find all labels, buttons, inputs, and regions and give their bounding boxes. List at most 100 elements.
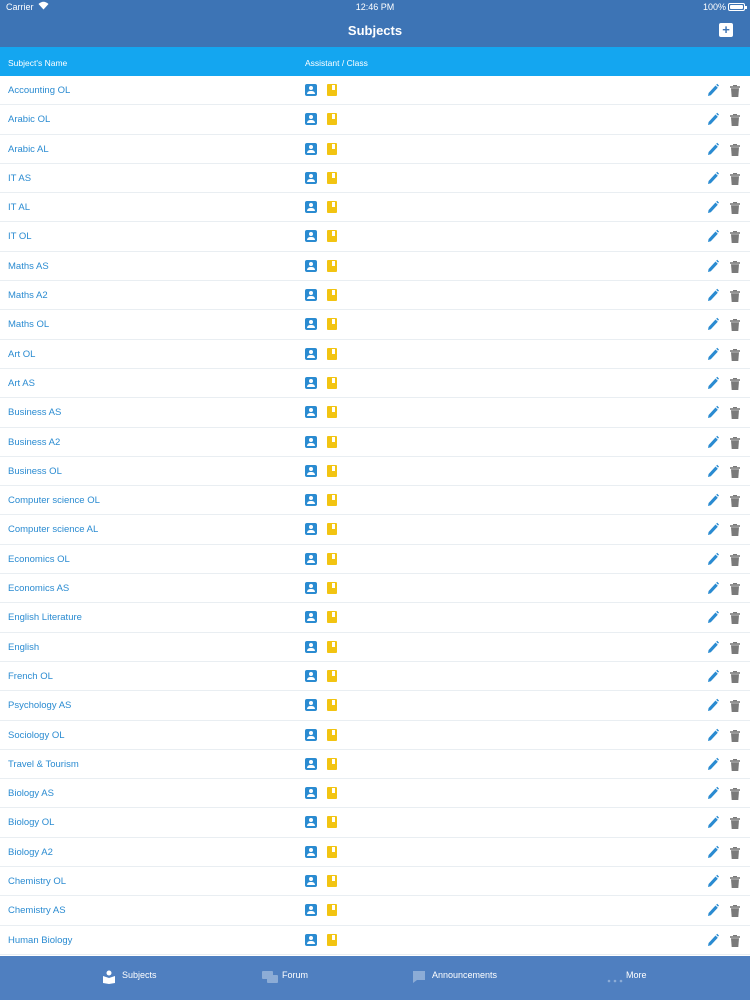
trash-icon[interactable] bbox=[730, 289, 740, 303]
class-icon[interactable] bbox=[327, 757, 337, 770]
assistant-icon[interactable] bbox=[305, 816, 317, 829]
trash-icon[interactable] bbox=[730, 699, 740, 713]
class-icon[interactable] bbox=[327, 728, 337, 741]
pencil-icon[interactable] bbox=[707, 288, 719, 302]
subject-name-link[interactable]: Maths A2 bbox=[8, 290, 48, 301]
class-icon[interactable] bbox=[327, 494, 337, 507]
tab-announcements[interactable]: Announcements bbox=[410, 956, 520, 1000]
pencil-icon[interactable] bbox=[707, 317, 719, 331]
class-icon[interactable] bbox=[327, 171, 337, 184]
pencil-icon[interactable] bbox=[707, 874, 719, 888]
pencil-icon[interactable] bbox=[707, 728, 719, 742]
subject-name-link[interactable]: Psychology AS bbox=[8, 700, 71, 711]
assistant-icon[interactable] bbox=[305, 552, 317, 565]
trash-icon[interactable] bbox=[730, 143, 740, 156]
pencil-icon[interactable] bbox=[707, 581, 719, 595]
assistant-icon[interactable] bbox=[305, 904, 317, 917]
pencil-icon[interactable] bbox=[707, 435, 719, 449]
class-icon[interactable] bbox=[327, 84, 337, 96]
pencil-icon[interactable] bbox=[707, 376, 719, 390]
pencil-icon[interactable] bbox=[707, 200, 719, 214]
subject-name-link[interactable]: Maths AS bbox=[8, 261, 49, 272]
assistant-icon[interactable] bbox=[305, 318, 317, 331]
subject-name-link[interactable]: Computer science OL bbox=[8, 495, 100, 506]
pencil-icon[interactable] bbox=[707, 229, 719, 243]
assistant-icon[interactable] bbox=[305, 171, 317, 184]
pencil-icon[interactable] bbox=[707, 610, 719, 624]
pencil-icon[interactable] bbox=[707, 522, 719, 536]
trash-icon[interactable] bbox=[730, 377, 740, 390]
pencil-icon[interactable] bbox=[707, 112, 719, 126]
subject-name-link[interactable]: Art OL bbox=[8, 349, 35, 360]
assistant-icon[interactable] bbox=[305, 611, 317, 624]
pencil-icon[interactable] bbox=[707, 903, 719, 917]
assistant-icon[interactable] bbox=[305, 523, 317, 536]
class-icon[interactable] bbox=[327, 464, 337, 477]
class-icon[interactable] bbox=[327, 787, 337, 800]
subject-name-link[interactable]: Arabic AL bbox=[8, 144, 49, 155]
trash-icon[interactable] bbox=[730, 611, 740, 625]
subject-name-link[interactable]: Business A2 bbox=[8, 437, 60, 448]
assistant-icon[interactable] bbox=[305, 289, 317, 302]
pencil-icon[interactable] bbox=[707, 464, 719, 478]
class-icon[interactable] bbox=[327, 523, 337, 536]
subject-name-link[interactable]: IT OL bbox=[8, 231, 32, 242]
trash-icon[interactable] bbox=[730, 582, 740, 596]
trash-icon[interactable] bbox=[730, 318, 740, 332]
trash-icon[interactable] bbox=[730, 816, 740, 830]
assistant-icon[interactable] bbox=[305, 757, 317, 770]
pencil-icon[interactable] bbox=[707, 815, 719, 829]
subject-name-link[interactable]: IT AL bbox=[8, 202, 30, 213]
assistant-icon[interactable] bbox=[305, 875, 317, 888]
class-icon[interactable] bbox=[327, 347, 337, 360]
class-icon[interactable] bbox=[327, 904, 337, 917]
class-icon[interactable] bbox=[327, 669, 337, 682]
class-icon[interactable] bbox=[327, 201, 337, 214]
subject-name-link[interactable]: Economics AS bbox=[8, 583, 69, 594]
assistant-icon[interactable] bbox=[305, 933, 317, 946]
trash-icon[interactable] bbox=[730, 729, 740, 742]
pencil-icon[interactable] bbox=[707, 640, 719, 654]
trash-icon[interactable] bbox=[730, 494, 740, 508]
class-icon[interactable] bbox=[327, 552, 337, 565]
trash-icon[interactable] bbox=[730, 670, 740, 683]
subject-name-link[interactable]: Arabic OL bbox=[8, 114, 50, 125]
subject-name-link[interactable]: Maths OL bbox=[8, 319, 49, 330]
trash-icon[interactable] bbox=[730, 787, 740, 801]
pencil-icon[interactable] bbox=[707, 698, 719, 712]
class-icon[interactable] bbox=[327, 611, 337, 624]
class-icon[interactable] bbox=[327, 699, 337, 712]
pencil-icon[interactable] bbox=[707, 552, 719, 566]
assistant-icon[interactable] bbox=[305, 142, 317, 155]
subject-name-link[interactable]: Business OL bbox=[8, 466, 62, 477]
pencil-icon[interactable] bbox=[707, 669, 719, 683]
trash-icon[interactable] bbox=[730, 406, 740, 420]
subject-name-link[interactable]: Sociology OL bbox=[8, 730, 65, 741]
pencil-icon[interactable] bbox=[707, 845, 719, 859]
subject-name-link[interactable]: French OL bbox=[8, 671, 53, 682]
class-icon[interactable] bbox=[327, 289, 337, 302]
assistant-icon[interactable] bbox=[305, 259, 317, 272]
class-icon[interactable] bbox=[327, 582, 337, 595]
trash-icon[interactable] bbox=[730, 523, 740, 537]
assistant-icon[interactable] bbox=[305, 376, 317, 389]
pencil-icon[interactable] bbox=[707, 757, 719, 771]
subject-name-link[interactable]: Computer science AL bbox=[8, 524, 98, 535]
subject-name-link[interactable]: Chemistry OL bbox=[8, 876, 66, 887]
class-icon[interactable] bbox=[327, 435, 337, 448]
assistant-icon[interactable] bbox=[305, 113, 317, 126]
pencil-icon[interactable] bbox=[707, 142, 719, 156]
tab-forum[interactable]: Forum bbox=[260, 956, 330, 1000]
trash-icon[interactable] bbox=[730, 465, 740, 478]
assistant-icon[interactable] bbox=[305, 230, 317, 243]
trash-icon[interactable] bbox=[730, 904, 740, 918]
trash-icon[interactable] bbox=[730, 758, 740, 771]
subject-name-link[interactable]: Art AS bbox=[8, 378, 35, 389]
trash-icon[interactable] bbox=[730, 641, 740, 654]
trash-icon[interactable] bbox=[730, 201, 740, 215]
subject-name-link[interactable]: English bbox=[8, 642, 39, 653]
subject-name-link[interactable]: Biology OL bbox=[8, 817, 54, 828]
trash-icon[interactable] bbox=[730, 875, 740, 889]
class-icon[interactable] bbox=[327, 845, 337, 858]
pencil-icon[interactable] bbox=[707, 171, 719, 185]
